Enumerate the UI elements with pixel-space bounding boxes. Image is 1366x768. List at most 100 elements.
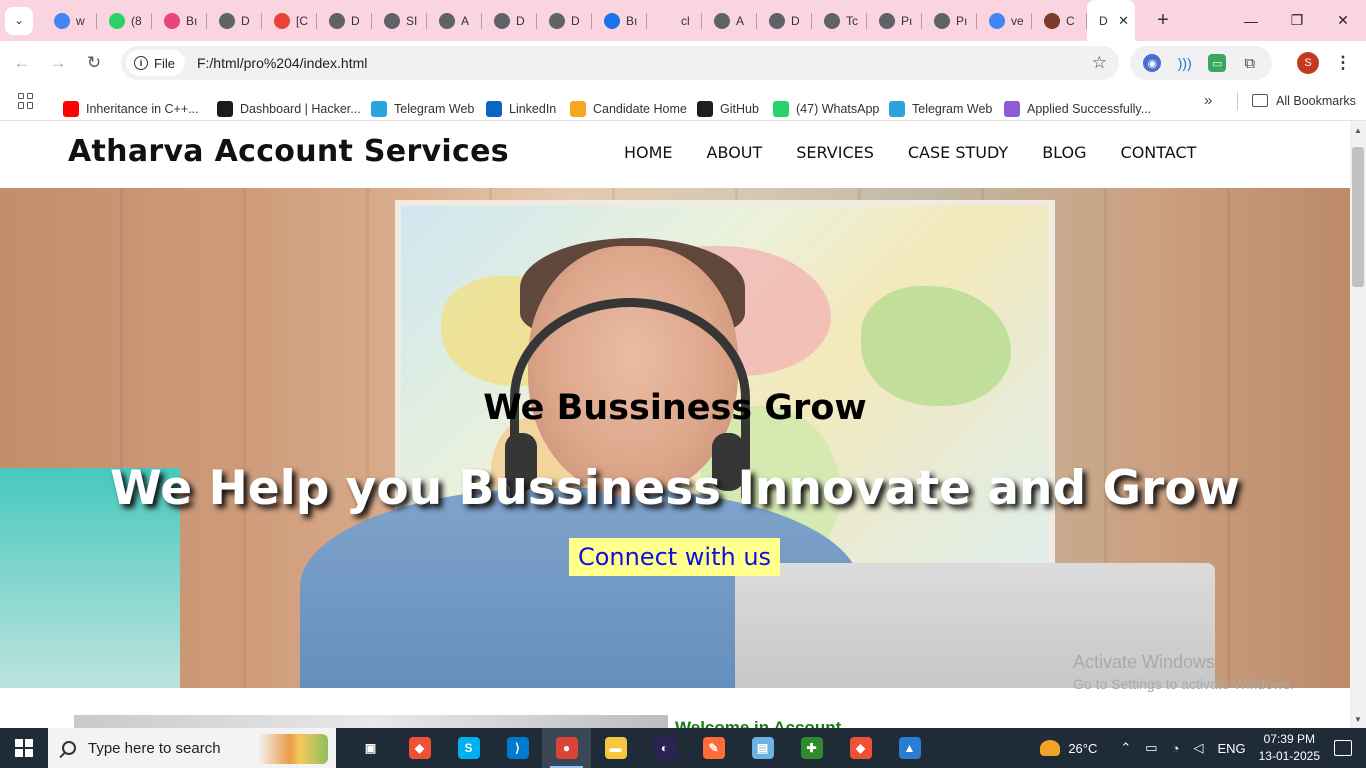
audio-extension-icon[interactable]: ))) xyxy=(1176,54,1194,72)
tab-item[interactable]: Bı xyxy=(152,0,207,41)
taskbar-app[interactable]: S xyxy=(444,728,493,768)
page-scrollbar[interactable]: ▲ ▼ xyxy=(1350,121,1366,728)
restore-button[interactable]: ❐ xyxy=(1274,0,1320,41)
volume-icon[interactable]: ◁ xyxy=(1193,740,1203,756)
bookmark-item[interactable]: Inheritance in C++... xyxy=(63,100,199,117)
more-menu-icon[interactable]: ⋮ xyxy=(1333,50,1353,76)
tab-active[interactable]: D ✕ xyxy=(1087,0,1135,41)
tab-item[interactable]: ve xyxy=(977,0,1032,41)
nav-link-home[interactable]: HOME xyxy=(624,143,673,162)
minimize-button[interactable]: — xyxy=(1228,0,1274,41)
taskbar-app[interactable]: ◆ xyxy=(395,728,444,768)
profile-avatar[interactable]: S xyxy=(1297,52,1319,74)
scroll-up-icon[interactable]: ▲ xyxy=(1350,123,1366,137)
taskbar-app[interactable]: ◆ xyxy=(836,728,885,768)
tab-item[interactable]: A xyxy=(427,0,482,41)
tab-item[interactable]: w xyxy=(42,0,97,41)
bookmark-item[interactable]: (47) WhatsApp xyxy=(773,100,879,117)
language-indicator[interactable]: ENG xyxy=(1217,741,1245,756)
close-tab-icon[interactable]: ✕ xyxy=(1118,13,1129,29)
taskbar-app[interactable]: ▬ xyxy=(591,728,640,768)
taskbar-app[interactable]: ✎ xyxy=(689,728,738,768)
tab-item[interactable]: Pı xyxy=(867,0,922,41)
tab-item[interactable]: C xyxy=(1032,0,1087,41)
nav-link-blog[interactable]: BLOG xyxy=(1042,143,1086,162)
tab-search-button[interactable]: ⌄ xyxy=(5,6,33,35)
tab-item[interactable]: [C xyxy=(262,0,317,41)
tab-title: w xyxy=(76,13,85,28)
bookmark-item[interactable]: Candidate Home xyxy=(570,100,687,117)
bookmark-item[interactable]: GitHub xyxy=(697,100,759,117)
windows-start-button[interactable] xyxy=(0,728,48,768)
tab-item[interactable]: Pı xyxy=(922,0,977,41)
weather-widget[interactable]: 26°C xyxy=(1040,740,1097,756)
site-info-chip[interactable]: i File xyxy=(126,50,185,76)
bookmark-star-icon[interactable]: ☆ xyxy=(1092,53,1107,73)
tab-item[interactable]: A xyxy=(702,0,757,41)
taskbar-app[interactable]: ▣ xyxy=(346,728,395,768)
all-bookmarks-button[interactable]: All Bookmarks xyxy=(1252,94,1356,108)
taskbar-app[interactable]: ◐ xyxy=(640,728,689,768)
tab-item[interactable]: cl xyxy=(647,0,702,41)
taskbar-app[interactable]: ▤ xyxy=(738,728,787,768)
bookmark-label: Dashboard | Hacker... xyxy=(240,101,361,116)
tab-title: Bı xyxy=(186,13,198,28)
telegram-icon xyxy=(371,100,387,117)
nav-link-services[interactable]: SERVICES xyxy=(796,143,874,162)
forward-button[interactable]: → xyxy=(40,45,76,81)
tab-item[interactable]: SI xyxy=(372,0,427,41)
tab-item[interactable]: D xyxy=(537,0,592,41)
tab-item[interactable]: Tc xyxy=(812,0,867,41)
bookmark-item[interactable]: Applied Successfully... xyxy=(1004,100,1151,117)
address-bar[interactable]: i File F:/html/pro%204/index.html ☆ xyxy=(121,46,1119,80)
tab-item[interactable]: Bı xyxy=(592,0,647,41)
bookmark-item[interactable]: Telegram Web xyxy=(889,100,992,117)
bookmark-item[interactable]: Dashboard | Hacker... xyxy=(217,100,361,117)
puzzle-icon[interactable]: ⧉ xyxy=(1241,54,1259,72)
scrollbar-thumb[interactable] xyxy=(1352,147,1364,287)
taskbar-search[interactable]: Type here to search xyxy=(48,728,336,768)
site-brand[interactable]: Atharva Account Services xyxy=(68,134,509,169)
back-button[interactable]: ← xyxy=(4,45,40,81)
git-icon: ◆ xyxy=(408,737,431,759)
globe-icon xyxy=(879,12,895,29)
more-bookmarks-icon[interactable]: » xyxy=(1204,92,1212,109)
tab-item[interactable]: D xyxy=(482,0,537,41)
scroll-down-icon[interactable]: ▼ xyxy=(1350,712,1366,726)
tab-title: Bı xyxy=(626,13,638,28)
tab-item[interactable]: D xyxy=(207,0,262,41)
new-tab-button[interactable]: + xyxy=(1149,7,1177,35)
nav-link-about[interactable]: ABOUT xyxy=(707,143,763,162)
task-view-icon: ▣ xyxy=(359,737,382,759)
apps-grid-icon[interactable] xyxy=(18,92,34,109)
globe-icon xyxy=(329,12,345,29)
url-text[interactable]: F:/html/pro%204/index.html xyxy=(197,55,367,71)
site-nav: HOME ABOUT SERVICES CASE STUDY BLOG CONTACT xyxy=(624,143,1230,162)
taskbar-clock[interactable]: 07:39 PM 13-01-2025 xyxy=(1259,731,1320,765)
reload-button[interactable]: ↻ xyxy=(76,45,112,81)
nav-link-contact[interactable]: CONTACT xyxy=(1121,143,1197,162)
extension-icon[interactable]: ◉ xyxy=(1143,54,1162,72)
window-controls: — ❐ ✕ xyxy=(1228,0,1366,41)
nav-link-case-study[interactable]: CASE STUDY xyxy=(908,143,1008,162)
notification-icon[interactable] xyxy=(1334,740,1352,756)
taskbar-app[interactable]: ● xyxy=(542,728,591,768)
taskbar-app[interactable]: ▲ xyxy=(885,728,934,768)
close-window-button[interactable]: ✕ xyxy=(1320,0,1366,41)
chevron-up-icon[interactable]: ⌃ xyxy=(1120,740,1131,756)
tab-item[interactable]: (8 xyxy=(97,0,152,41)
tab-item[interactable]: D xyxy=(757,0,812,41)
blank-icon xyxy=(659,12,675,29)
battery-icon[interactable]: ▭ xyxy=(1145,740,1157,756)
search-icon xyxy=(62,741,76,755)
tab-title: D xyxy=(351,13,360,28)
bookmark-item[interactable]: Telegram Web xyxy=(371,100,474,117)
bookmark-item[interactable]: LinkedIn xyxy=(486,100,556,117)
browser-toolbar: ← → ↻ i File F:/html/pro%204/index.html … xyxy=(0,41,1366,85)
tray-extension-icon[interactable]: ▭ xyxy=(1208,54,1227,72)
taskbar-app[interactable]: ✚ xyxy=(787,728,836,768)
taskbar-app[interactable]: ⟩ xyxy=(493,728,542,768)
connect-button[interactable]: Connect with us xyxy=(569,538,780,576)
wifi-icon[interactable]: ◔ xyxy=(1172,741,1180,756)
tab-item[interactable]: D xyxy=(317,0,372,41)
